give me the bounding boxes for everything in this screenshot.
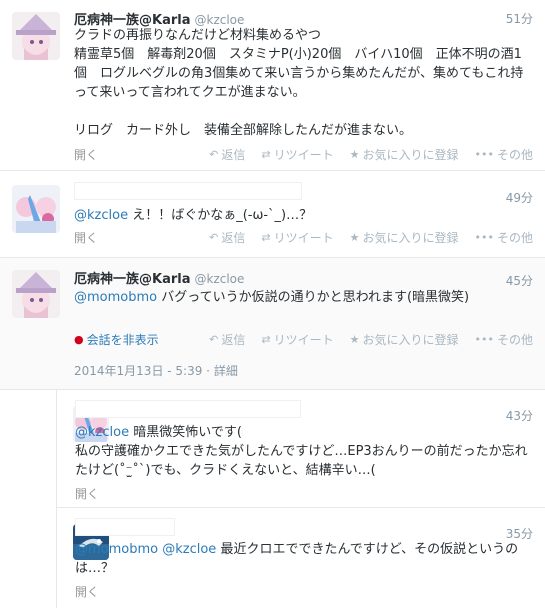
redacted-name [74, 182, 302, 200]
reply-button[interactable]: ↶ 返信 [209, 229, 245, 246]
tweet-datetime: 2014年1月13日 - 5:39 · 詳細 [74, 364, 238, 378]
tweet-2[interactable]: 49分 @kzcloe え！！ばぐかなぁ_(-ω-`_)…？ 開く ↶ 返信 ⇄ リ… [0, 171, 545, 258]
reply-label: 返信 [221, 148, 246, 162]
username[interactable]: @kzcloe [195, 272, 245, 286]
tweet-actions: 開く [75, 485, 534, 501]
more-icon: ••• [474, 231, 494, 244]
favorite-label: お気に入りに登録 [362, 231, 459, 245]
reply-icon: ↶ [209, 148, 219, 161]
avatar-user[interactable] [12, 185, 60, 233]
retweet-icon: ⇄ [261, 231, 271, 244]
more-label: その他 [496, 231, 533, 245]
more-label: その他 [496, 148, 533, 162]
star-icon: ★ [349, 148, 360, 161]
mention[interactable]: @momobmo @kzcloe [75, 542, 216, 557]
more-button[interactable]: ••• その他 [475, 146, 533, 163]
tweet-4[interactable]: 43分 @kzcloe 暗黒微笑怖いです( 私の守護確かクエできた気がしたんです… [56, 390, 545, 508]
retweet-button[interactable]: ⇄ リツイート [261, 146, 333, 163]
tweet-text: @kzcloe え！！ばぐかなぁ_(-ω-`_)…？ [74, 206, 532, 225]
retweet-icon: ⇄ [261, 333, 271, 346]
more-label: その他 [496, 333, 533, 347]
tweet-header [74, 182, 302, 200]
tweet-3[interactable]: 厄病神一族@Karla @kzcloe 45分 @momobmo バグっていうか仮… [0, 258, 545, 390]
more-button[interactable]: ••• その他 [475, 331, 533, 348]
tweet-body: 暗黒微笑怖いです( 私の守護確かクエできた気がしたんですけど…EP3おんりーの前… [75, 425, 528, 478]
tweet-actions: 開く ↶ 返信 ⇄ リツイート ★ お気に入りに登録 ••• その他 [74, 229, 533, 245]
retweet-label: リツイート [273, 333, 334, 347]
details-link[interactable]: 詳細 [214, 364, 238, 378]
tweet-5[interactable]: 35分 @momobmo @kzcloe 最近クロエでできたんですけど、その仮説… [56, 508, 545, 608]
reply-button[interactable]: ↶ 返信 [209, 146, 245, 163]
hide-conversation-label: 会話を非表示 [86, 333, 159, 347]
favorite-button[interactable]: ★ お気に入りに登録 [350, 331, 459, 348]
open-link[interactable]: 開く [75, 583, 99, 600]
tweet-header [75, 518, 175, 536]
more-icon: ••• [474, 148, 494, 161]
retweet-label: リツイート [273, 231, 334, 245]
tweet-text: @momobmo バグっていうか仮説の通りかと思われます(暗黒微笑) [74, 288, 514, 307]
retweet-icon: ⇄ [261, 148, 271, 161]
tweet-body: え！！ばぐかなぁ_(-ω-`_)…？ [128, 208, 313, 223]
favorite-label: お気に入りに登録 [362, 148, 459, 162]
favorite-button[interactable]: ★ お気に入りに登録 [350, 146, 459, 163]
timestamp[interactable]: 43分 [506, 407, 533, 424]
tweet-body: バグっていうか仮説の通りかと思われます(暗黒微笑) [157, 290, 470, 305]
open-link[interactable]: 開く [74, 146, 98, 163]
reply-button[interactable]: ↶ 返信 [209, 331, 245, 348]
avatar-karla[interactable] [12, 12, 60, 60]
star-icon: ★ [349, 333, 360, 346]
retweet-button[interactable]: ⇄ リツイート [261, 229, 333, 246]
retweet-label: リツイート [273, 148, 334, 162]
tweet-text: @momobmo @kzcloe 最近クロエでできたんですけど、その仮説というの… [75, 540, 537, 578]
tweet-actions: ● 会話を非表示 ↶ 返信 ⇄ リツイート ★ お気に入りに登録 ••• その他 [74, 331, 533, 347]
favorite-button[interactable]: ★ お気に入りに登録 [350, 229, 459, 246]
tweet-header: 厄病神一族@Karla @kzcloe [74, 268, 244, 287]
mention[interactable]: @momobmo [74, 290, 157, 305]
timestamp[interactable]: 45分 [506, 272, 533, 289]
username[interactable]: @kzcloe [195, 13, 245, 27]
reply-icon: ↶ [209, 333, 219, 346]
mention[interactable]: @kzcloe [75, 425, 129, 440]
tweet-text: クラドの再振りなんだけど材料集めるやつ 精霊草5個 解毒剤20個 スタミナP(小… [74, 28, 524, 138]
open-link[interactable]: 開く [74, 229, 98, 246]
datetime-text[interactable]: 2014年1月13日 - 5:39 [74, 364, 202, 378]
tweet-header [75, 400, 301, 418]
tweet-actions: 開く [75, 583, 534, 599]
more-button[interactable]: ••• その他 [475, 229, 533, 246]
timestamp[interactable]: 51分 [506, 10, 533, 27]
reply-label: 返信 [221, 231, 246, 245]
display-name[interactable]: 厄病神一族@Karla [74, 272, 191, 287]
open-link[interactable]: 開く [75, 485, 99, 502]
hide-conversation-link[interactable]: ● 会話を非表示 [74, 331, 159, 348]
tweet-1[interactable]: 厄病神一族@Karla @kzcloe 51分 クラドの再振りなんだけど材料集める… [0, 0, 545, 171]
avatar-karla[interactable] [12, 270, 60, 318]
conversation-icon: ● [74, 333, 84, 346]
timestamp[interactable]: 49分 [506, 189, 533, 206]
more-icon: ••• [474, 333, 494, 346]
reply-label: 返信 [221, 333, 246, 347]
tweet-text: @kzcloe 暗黒微笑怖いです( 私の守護確かクエできた気がしたんですけど…E… [75, 423, 537, 480]
redacted-name [75, 400, 301, 418]
tweet-actions: 開く ↶ 返信 ⇄ リツイート ★ お気に入りに登録 ••• その他 [74, 146, 533, 162]
reply-icon: ↶ [209, 231, 219, 244]
favorite-label: お気に入りに登録 [362, 333, 459, 347]
retweet-button[interactable]: ⇄ リツイート [261, 331, 333, 348]
star-icon: ★ [349, 231, 360, 244]
redacted-name [75, 518, 175, 536]
mention[interactable]: @kzcloe [74, 208, 128, 223]
